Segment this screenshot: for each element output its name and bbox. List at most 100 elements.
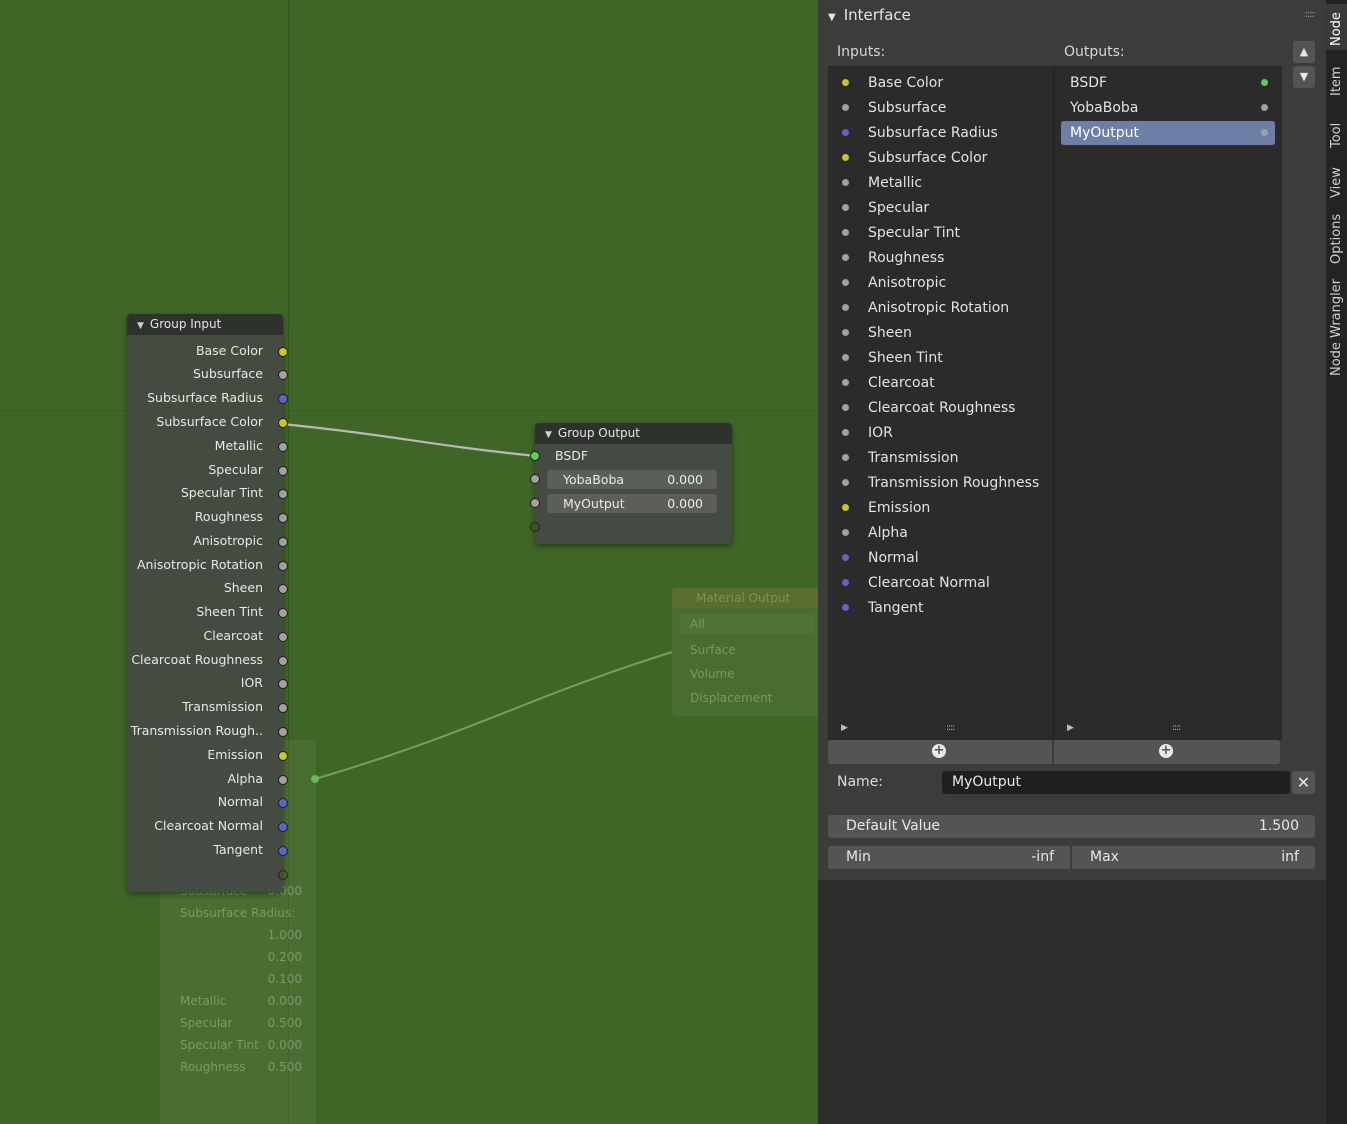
- tab-item[interactable]: Item: [1326, 56, 1347, 100]
- socket-dot-icon: [842, 304, 849, 311]
- input-list-item[interactable]: Normal: [829, 546, 1053, 570]
- input-list-item[interactable]: Subsurface Color: [829, 146, 1053, 170]
- input-list-item[interactable]: Base Color: [829, 71, 1053, 95]
- move-up-button[interactable]: ▲: [1293, 41, 1315, 63]
- plus-icon: +: [1159, 743, 1173, 758]
- drag-grip-icon[interactable]: ::::: [1305, 9, 1316, 20]
- expand-filter-icon[interactable]: ▶: [1067, 723, 1074, 733]
- group-input-output-socket[interactable]: [278, 442, 288, 452]
- group-input-output-socket[interactable]: [278, 727, 288, 737]
- input-list-item[interactable]: Sheen: [829, 321, 1053, 345]
- collapse-triangle-icon[interactable]: ▼: [545, 430, 552, 440]
- group-input-output-socket[interactable]: [278, 513, 288, 523]
- group-input-node[interactable]: ▼ Group Input Base Color Subsurface Subsurf…: [127, 314, 288, 892]
- group-output-header[interactable]: ▼ Group Output: [535, 423, 732, 444]
- socket-dot-icon: [842, 154, 849, 161]
- default-value-label: Default Value: [846, 818, 941, 834]
- group-input-header[interactable]: ▼ Group Input: [127, 314, 283, 335]
- group-input-output-socket[interactable]: [278, 679, 288, 689]
- tab-node-wrangler[interactable]: Node Wrangler: [1326, 274, 1347, 380]
- input-list-item[interactable]: Alpha: [829, 521, 1053, 545]
- input-list-item[interactable]: Specular: [829, 196, 1053, 220]
- input-list-item[interactable]: Metallic: [829, 171, 1053, 195]
- input-list-item[interactable]: Clearcoat Roughness: [829, 396, 1053, 420]
- socket-dot-icon: [842, 529, 849, 536]
- empty-output-socket[interactable]: [278, 870, 288, 880]
- resize-grip-icon[interactable]: ::::: [946, 723, 955, 733]
- plus-icon: +: [932, 743, 946, 758]
- max-value-field[interactable]: Max inf: [1072, 846, 1315, 869]
- group-input-output-socket[interactable]: [278, 751, 288, 761]
- input-list-item[interactable]: Clearcoat: [829, 371, 1053, 395]
- socket-dot-icon: [842, 479, 849, 486]
- tab-tool[interactable]: Tool: [1326, 106, 1347, 152]
- group-input-output-socket[interactable]: [278, 347, 288, 357]
- group-input-output-socket[interactable]: [278, 798, 288, 808]
- group-input-output-socket[interactable]: [278, 822, 288, 832]
- bsdf-input-socket[interactable]: [530, 451, 540, 461]
- name-input[interactable]: MyOutput: [942, 771, 1290, 794]
- tab-view[interactable]: View: [1326, 156, 1347, 202]
- input-item-label: Anisotropic: [868, 275, 947, 291]
- group-input-output-socket[interactable]: [278, 489, 288, 499]
- myoutput-input-socket[interactable]: [530, 498, 540, 508]
- interface-panel-header[interactable]: ▼ Interface: [828, 6, 911, 24]
- outputs-list[interactable]: BSDF YobaBobaMyOutput ▶ ::::: [1054, 66, 1282, 740]
- input-list-item[interactable]: Anisotropic Rotation: [829, 296, 1053, 320]
- group-input-output-socket[interactable]: [278, 703, 288, 713]
- collapse-triangle-icon[interactable]: ▼: [828, 12, 836, 23]
- group-input-output-socket[interactable]: [278, 394, 288, 404]
- clear-name-button[interactable]: ✕: [1292, 771, 1315, 794]
- group-input-output-socket[interactable]: [278, 775, 288, 785]
- output-list-item[interactable]: MyOutput: [1061, 121, 1275, 145]
- input-list-item[interactable]: IOR: [829, 421, 1053, 445]
- triangle-up-icon: ▲: [1299, 45, 1309, 58]
- group-input-output-socket[interactable]: [278, 418, 288, 428]
- input-list-item[interactable]: Sheen Tint: [829, 346, 1053, 370]
- group-input-output-socket[interactable]: [278, 846, 288, 856]
- myoutput-label: MyOutput: [563, 496, 625, 511]
- default-value-field[interactable]: Default Value 1.500: [828, 815, 1315, 838]
- group-input-output-socket[interactable]: [278, 370, 288, 380]
- input-list-item[interactable]: Subsurface Radius: [829, 121, 1053, 145]
- group-input-output-socket[interactable]: [278, 656, 288, 666]
- socket-dot-icon: [842, 554, 849, 561]
- output-item-label: MyOutput: [1070, 125, 1139, 141]
- group-input-output-socket[interactable]: [278, 466, 288, 476]
- input-item-label: Sheen: [868, 325, 912, 341]
- inputs-list[interactable]: Base Color Subsurface Subsurface Radius Sub…: [828, 66, 1054, 740]
- group-output-node[interactable]: ▼ Group Output BSDF YobaBoba 0.000 MyOutp…: [530, 423, 732, 544]
- node-editor-canvas[interactable]: Material Output All Surface Volume Displac…: [0, 0, 818, 1124]
- add-output-button[interactable]: +: [1054, 740, 1280, 764]
- tab-options[interactable]: Options: [1326, 204, 1347, 268]
- input-list-item[interactable]: Specular Tint: [829, 221, 1053, 245]
- tab-node[interactable]: Node: [1326, 4, 1347, 50]
- group-input-socket-label: Normal: [217, 794, 263, 809]
- input-list-item[interactable]: Subsurface: [829, 96, 1053, 120]
- input-list-item[interactable]: Roughness: [829, 246, 1053, 270]
- output-list-item[interactable]: BSDF: [1055, 71, 1281, 95]
- add-input-button[interactable]: +: [828, 740, 1052, 764]
- group-input-output-socket[interactable]: [278, 537, 288, 547]
- input-list-item[interactable]: Anisotropic: [829, 271, 1053, 295]
- output-list-item[interactable]: YobaBoba: [1055, 96, 1281, 120]
- min-value-field[interactable]: Min -inf: [828, 846, 1070, 869]
- group-input-output-socket[interactable]: [278, 584, 288, 594]
- resize-grip-icon[interactable]: ::::: [1172, 723, 1181, 733]
- input-item-label: Emission: [868, 500, 931, 516]
- input-list-item[interactable]: Transmission: [829, 446, 1053, 470]
- myoutput-field[interactable]: MyOutput 0.000: [547, 494, 717, 513]
- input-list-item[interactable]: Transmission Roughness: [829, 471, 1053, 495]
- input-list-item[interactable]: Tangent: [829, 596, 1053, 620]
- group-input-output-socket[interactable]: [278, 608, 288, 618]
- yobaboba-field[interactable]: YobaBoba 0.000: [547, 470, 717, 489]
- group-input-output-socket[interactable]: [278, 561, 288, 571]
- expand-filter-icon[interactable]: ▶: [841, 723, 848, 733]
- input-list-item[interactable]: Emission: [829, 496, 1053, 520]
- input-list-item[interactable]: Clearcoat Normal: [829, 571, 1053, 595]
- move-down-button[interactable]: ▼: [1293, 66, 1315, 88]
- collapse-triangle-icon[interactable]: ▼: [137, 321, 144, 331]
- group-input-output-socket[interactable]: [278, 632, 288, 642]
- empty-input-socket[interactable]: [530, 522, 540, 532]
- yobaboba-input-socket[interactable]: [530, 474, 540, 484]
